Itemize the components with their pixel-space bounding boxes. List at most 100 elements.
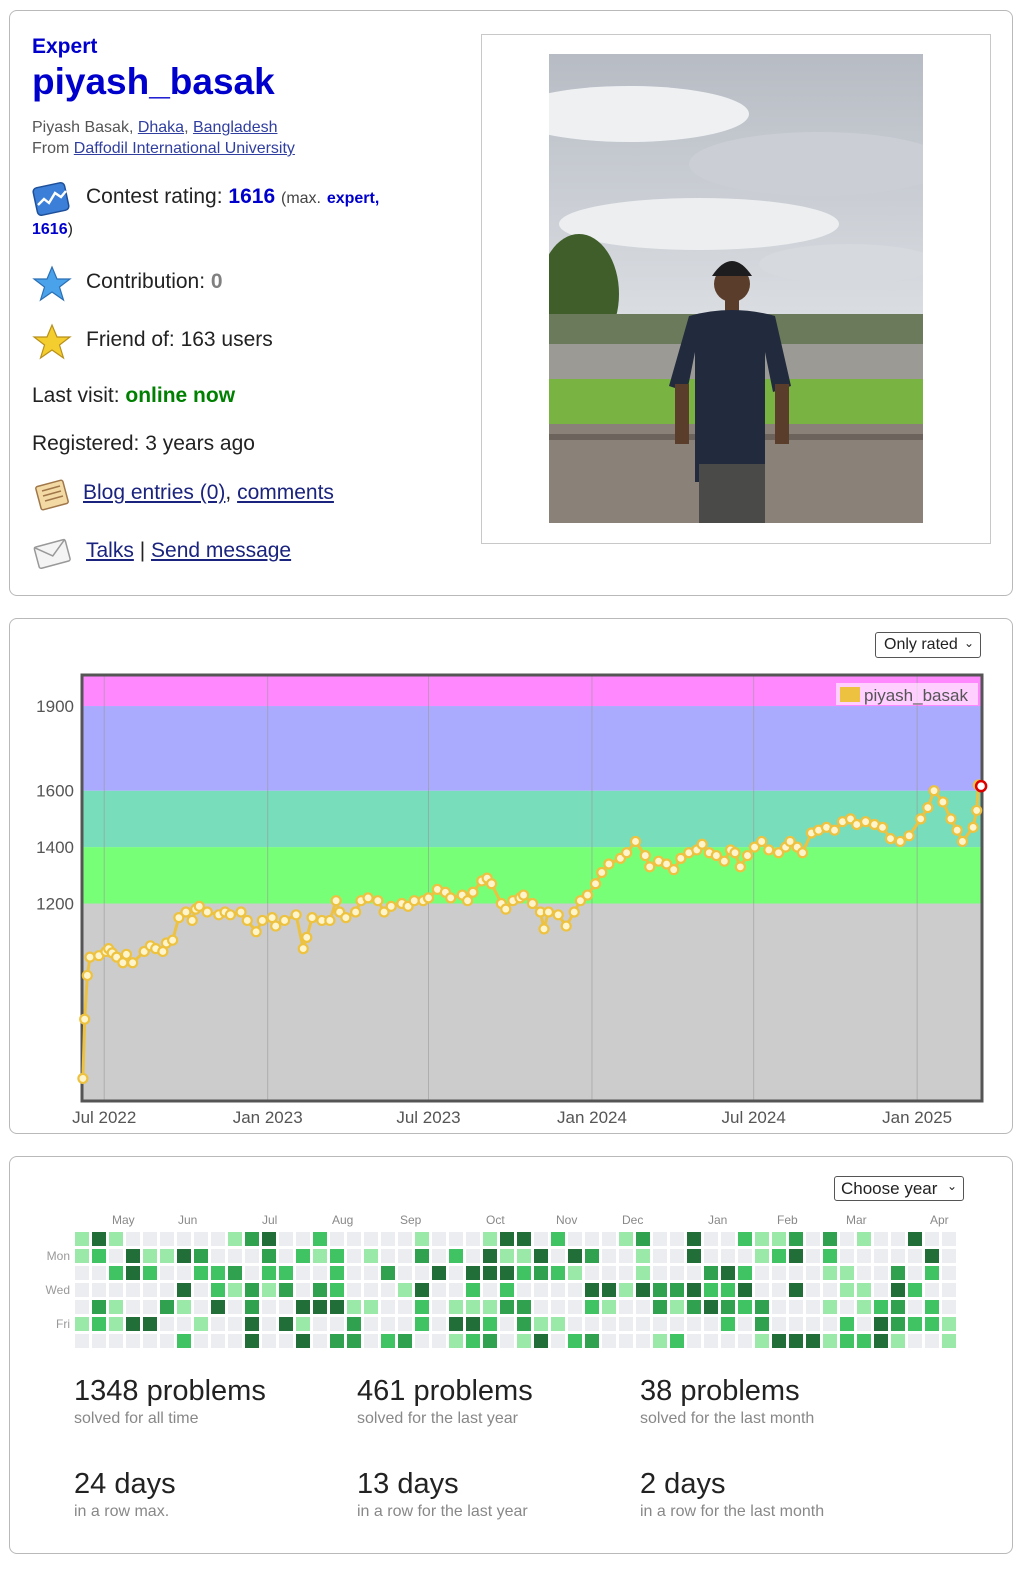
activity-cell[interactable] bbox=[908, 1334, 923, 1349]
activity-cell[interactable] bbox=[483, 1266, 498, 1281]
activity-cell[interactable] bbox=[517, 1300, 532, 1315]
activity-cell[interactable] bbox=[449, 1283, 464, 1298]
activity-cell[interactable] bbox=[857, 1300, 872, 1315]
activity-cell[interactable] bbox=[840, 1266, 855, 1281]
activity-cell[interactable] bbox=[313, 1334, 328, 1349]
activity-cell[interactable] bbox=[670, 1283, 685, 1298]
activity-cell[interactable] bbox=[228, 1266, 243, 1281]
activity-cell[interactable] bbox=[245, 1266, 260, 1281]
activity-cell[interactable] bbox=[721, 1317, 736, 1332]
activity-cell[interactable] bbox=[245, 1249, 260, 1264]
activity-cell[interactable] bbox=[262, 1283, 277, 1298]
activity-cell[interactable] bbox=[160, 1317, 175, 1332]
activity-cell[interactable] bbox=[364, 1232, 379, 1247]
activity-cell[interactable] bbox=[942, 1317, 957, 1332]
activity-cell[interactable] bbox=[296, 1249, 311, 1264]
activity-cell[interactable] bbox=[738, 1249, 753, 1264]
activity-cell[interactable] bbox=[347, 1334, 362, 1349]
activity-cell[interactable] bbox=[857, 1249, 872, 1264]
activity-cell[interactable] bbox=[330, 1283, 345, 1298]
activity-cell[interactable] bbox=[755, 1300, 770, 1315]
activity-cell[interactable] bbox=[126, 1266, 141, 1281]
activity-cell[interactable] bbox=[619, 1334, 634, 1349]
activity-cell[interactable] bbox=[279, 1317, 294, 1332]
activity-cell[interactable] bbox=[908, 1300, 923, 1315]
activity-cell[interactable] bbox=[602, 1249, 617, 1264]
activity-cell[interactable] bbox=[194, 1283, 209, 1298]
activity-cell[interactable] bbox=[806, 1266, 821, 1281]
activity-cell[interactable] bbox=[432, 1232, 447, 1247]
activity-cell[interactable] bbox=[891, 1232, 906, 1247]
activity-cell[interactable] bbox=[908, 1249, 923, 1264]
activity-cell[interactable] bbox=[500, 1300, 515, 1315]
activity-cell[interactable] bbox=[874, 1317, 889, 1332]
activity-cell[interactable] bbox=[143, 1232, 158, 1247]
activity-cell[interactable] bbox=[823, 1249, 838, 1264]
activity-cell[interactable] bbox=[551, 1232, 566, 1247]
activity-cell[interactable] bbox=[840, 1300, 855, 1315]
activity-cell[interactable] bbox=[840, 1283, 855, 1298]
activity-cell[interactable] bbox=[500, 1334, 515, 1349]
activity-cell[interactable] bbox=[143, 1283, 158, 1298]
activity-cell[interactable] bbox=[942, 1266, 957, 1281]
activity-cell[interactable] bbox=[177, 1317, 192, 1332]
activity-cell[interactable] bbox=[75, 1283, 90, 1298]
activity-cell[interactable] bbox=[160, 1300, 175, 1315]
activity-cell[interactable] bbox=[534, 1249, 549, 1264]
activity-cell[interactable] bbox=[160, 1232, 175, 1247]
activity-cell[interactable] bbox=[245, 1334, 260, 1349]
activity-cell[interactable] bbox=[75, 1266, 90, 1281]
activity-cell[interactable] bbox=[721, 1232, 736, 1247]
activity-cell[interactable] bbox=[602, 1317, 617, 1332]
activity-cell[interactable] bbox=[891, 1283, 906, 1298]
activity-cell[interactable] bbox=[177, 1249, 192, 1264]
activity-cell[interactable] bbox=[772, 1266, 787, 1281]
activity-cell[interactable] bbox=[789, 1317, 804, 1332]
activity-cell[interactable] bbox=[109, 1300, 124, 1315]
activity-cell[interactable] bbox=[823, 1266, 838, 1281]
city-link[interactable]: Dhaka bbox=[138, 119, 184, 136]
activity-cell[interactable] bbox=[823, 1317, 838, 1332]
activity-cell[interactable] bbox=[381, 1300, 396, 1315]
activity-cell[interactable] bbox=[160, 1334, 175, 1349]
activity-cell[interactable] bbox=[381, 1266, 396, 1281]
activity-cell[interactable] bbox=[415, 1283, 430, 1298]
activity-cell[interactable] bbox=[245, 1283, 260, 1298]
activity-cell[interactable] bbox=[687, 1334, 702, 1349]
activity-cell[interactable] bbox=[704, 1283, 719, 1298]
activity-cell[interactable] bbox=[755, 1334, 770, 1349]
activity-cell[interactable] bbox=[653, 1283, 668, 1298]
activity-cell[interactable] bbox=[585, 1249, 600, 1264]
activity-cell[interactable] bbox=[534, 1300, 549, 1315]
activity-cell[interactable] bbox=[262, 1266, 277, 1281]
activity-cell[interactable] bbox=[585, 1300, 600, 1315]
activity-cell[interactable] bbox=[602, 1232, 617, 1247]
activity-cell[interactable] bbox=[279, 1232, 294, 1247]
user-handle[interactable]: piyash_basak bbox=[32, 61, 275, 103]
activity-cell[interactable] bbox=[75, 1249, 90, 1264]
activity-cell[interactable] bbox=[466, 1283, 481, 1298]
activity-cell[interactable] bbox=[551, 1266, 566, 1281]
activity-cell[interactable] bbox=[466, 1266, 481, 1281]
activity-cell[interactable] bbox=[619, 1300, 634, 1315]
activity-cell[interactable] bbox=[177, 1334, 192, 1349]
activity-cell[interactable] bbox=[313, 1300, 328, 1315]
activity-cell[interactable] bbox=[619, 1283, 634, 1298]
activity-cell[interactable] bbox=[381, 1232, 396, 1247]
activity-cell[interactable] bbox=[449, 1300, 464, 1315]
activity-cell[interactable] bbox=[925, 1334, 940, 1349]
activity-cell[interactable] bbox=[109, 1317, 124, 1332]
activity-cell[interactable] bbox=[279, 1334, 294, 1349]
activity-cell[interactable] bbox=[177, 1266, 192, 1281]
activity-cell[interactable] bbox=[568, 1266, 583, 1281]
activity-cell[interactable] bbox=[738, 1232, 753, 1247]
activity-cell[interactable] bbox=[126, 1300, 141, 1315]
activity-cell[interactable] bbox=[721, 1334, 736, 1349]
activity-cell[interactable] bbox=[194, 1266, 209, 1281]
activity-cell[interactable] bbox=[772, 1317, 787, 1332]
activity-cell[interactable] bbox=[177, 1232, 192, 1247]
activity-cell[interactable] bbox=[194, 1300, 209, 1315]
activity-cell[interactable] bbox=[568, 1232, 583, 1247]
activity-cell[interactable] bbox=[279, 1266, 294, 1281]
activity-cell[interactable] bbox=[568, 1317, 583, 1332]
